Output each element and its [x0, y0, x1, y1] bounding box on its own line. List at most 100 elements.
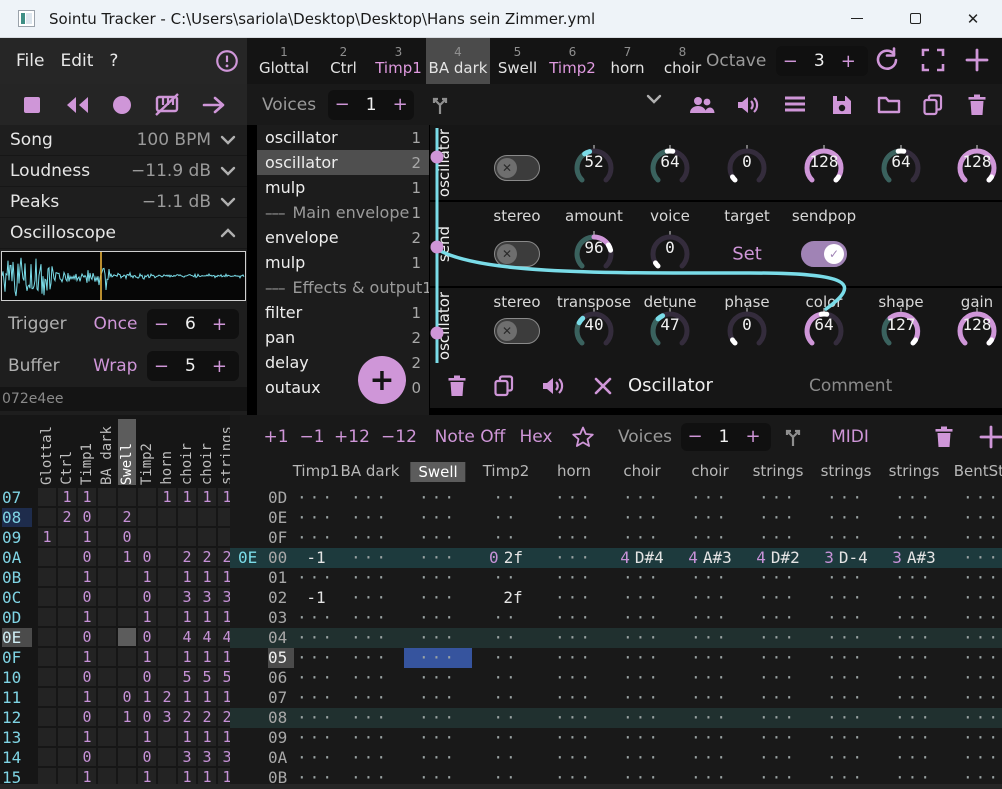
menu-file[interactable]: File [16, 51, 44, 71]
order-cell[interactable]: 4 [178, 628, 196, 646]
track-tab-choir[interactable]: 8choir [655, 38, 710, 84]
pattern-cell[interactable]: ··· [744, 648, 812, 668]
order-cell[interactable]: 2 [198, 548, 216, 566]
order-row-label[interactable]: 0A [2, 548, 32, 567]
pattern-cell[interactable]: ··· [676, 728, 744, 748]
order-cell[interactable] [58, 528, 76, 546]
pattern-cell[interactable]: ··· [676, 608, 744, 628]
pattern-voices-increment-button[interactable]: + [739, 426, 767, 447]
order-cell[interactable] [98, 628, 116, 646]
order-cell[interactable]: 0 [78, 548, 96, 566]
pattern-cell[interactable]: ··· [948, 728, 1002, 748]
pattern-cell[interactable]: ··· [540, 708, 608, 728]
order-cell[interactable]: 5 [218, 668, 230, 686]
order-cell[interactable] [118, 568, 136, 586]
pattern-cell[interactable]: ··· [948, 628, 1002, 648]
knob-gain[interactable]: 128 [953, 307, 1001, 355]
order-cell[interactable] [58, 708, 76, 726]
order-cell[interactable]: 1 [158, 488, 176, 506]
unit-list-item[interactable]: pan2 [257, 325, 429, 350]
order-cell[interactable] [98, 528, 116, 546]
order-cell[interactable]: 1 [198, 608, 216, 626]
order-column-header-ctrl[interactable]: Ctrl [58, 419, 76, 485]
pattern-cell[interactable]: ··· [336, 608, 404, 628]
octave-decrement-button[interactable]: − [776, 51, 804, 72]
order-cell[interactable]: 1 [138, 688, 156, 706]
pattern-cell[interactable]: ··· [336, 488, 404, 508]
order-cell[interactable] [98, 568, 116, 586]
order-cell[interactable]: 3 [198, 748, 216, 766]
pattern-cell[interactable]: ··· [812, 628, 880, 648]
pattern-cell[interactable]: ··· [812, 748, 880, 768]
order-cell[interactable]: 1 [198, 488, 216, 506]
pattern-cell[interactable]: ··· [540, 568, 608, 588]
order-cell[interactable] [158, 528, 176, 546]
pattern-cell[interactable]: ··· [404, 528, 472, 548]
order-cell[interactable]: 1 [78, 688, 96, 706]
chevron-down-icon[interactable] [645, 93, 663, 105]
order-cell[interactable] [218, 508, 230, 526]
pattern-cell[interactable]: ··· [812, 668, 880, 688]
order-row-label[interactable]: 14 [2, 748, 32, 767]
pattern-track-header-bentstr[interactable]: BentStr [954, 462, 1002, 480]
order-cell[interactable]: 1 [178, 568, 196, 586]
alert-icon[interactable] [214, 48, 240, 74]
pattern-cell[interactable]: ··· [744, 608, 812, 628]
order-cell[interactable] [38, 648, 56, 666]
order-cell[interactable] [58, 568, 76, 586]
pattern-cell[interactable]: 3A#3 [880, 548, 948, 568]
pattern-cell[interactable]: ··· [608, 588, 676, 608]
pattern-cell[interactable]: ··· [676, 668, 744, 688]
order-column-header-ba-dark[interactable]: BA dark [98, 419, 116, 485]
pattern-cell[interactable]: ··· [336, 588, 404, 608]
pattern-track-header-choir[interactable]: choir [623, 462, 660, 480]
buffer-decrement-button[interactable]: − [147, 356, 175, 377]
order-column-header-choir[interactable]: choir [198, 419, 216, 485]
pattern-cell[interactable]: ··· [744, 488, 812, 508]
order-cell[interactable] [158, 608, 176, 626]
pattern-cell[interactable]: ·· [472, 648, 540, 668]
pattern-cell[interactable]: ··· [880, 688, 948, 708]
pattern-cell[interactable]: ··· [608, 708, 676, 728]
order-cell[interactable] [178, 508, 196, 526]
order-cell[interactable] [38, 628, 56, 646]
order-cell[interactable]: 1 [198, 688, 216, 706]
order-cell[interactable]: 0 [78, 668, 96, 686]
order-cell[interactable]: 2 [218, 708, 230, 726]
pattern-cell[interactable]: ··· [676, 628, 744, 648]
pattern-cell[interactable]: ··· [948, 548, 1002, 568]
pattern-cell[interactable]: ··· [296, 728, 336, 748]
pattern-cell[interactable]: ··· [948, 528, 1002, 548]
menu-help[interactable]: ? [109, 51, 118, 71]
order-cell[interactable] [38, 708, 56, 726]
pattern-cell[interactable]: ··· [608, 608, 676, 628]
pattern-cell[interactable]: ··· [676, 508, 744, 528]
pattern-button-−12[interactable]: −12 [381, 415, 417, 458]
pattern-cell[interactable]: ··· [608, 488, 676, 508]
order-cell[interactable]: 1 [218, 488, 230, 506]
keyboard-off-icon[interactable] [154, 93, 180, 117]
knob-param[interactable]: 128 [953, 144, 1001, 192]
order-cell[interactable] [98, 668, 116, 686]
order-cell[interactable] [118, 608, 136, 626]
order-column-header-timp2[interactable]: Timp2 [138, 419, 156, 485]
knob-param[interactable]: 64 [877, 144, 925, 192]
pattern-cell[interactable]: ··· [296, 608, 336, 628]
pattern-cell[interactable]: ··· [296, 508, 336, 528]
order-cell[interactable]: 2 [198, 708, 216, 726]
delete-track-icon[interactable] [933, 415, 955, 458]
order-column-header-strings[interactable]: strings [218, 419, 230, 485]
track-tab-ba-dark[interactable]: 4BA dark [426, 38, 490, 84]
order-cell[interactable] [38, 688, 56, 706]
order-cell[interactable] [98, 708, 116, 726]
order-cell[interactable]: 1 [218, 568, 230, 586]
pattern-cell[interactable]: ·· [472, 728, 540, 748]
pattern-cell[interactable]: ··· [880, 488, 948, 508]
pattern-voices-decrement-button[interactable]: − [681, 426, 709, 447]
order-row-label[interactable]: 0D [2, 608, 32, 627]
pattern-cell[interactable]: ·· [472, 668, 540, 688]
order-cell[interactable] [38, 728, 56, 746]
pattern-cell[interactable]: ··· [296, 748, 336, 768]
save-instrument-icon[interactable] [830, 93, 854, 117]
toggle-stereo[interactable]: ✕ [494, 155, 540, 181]
